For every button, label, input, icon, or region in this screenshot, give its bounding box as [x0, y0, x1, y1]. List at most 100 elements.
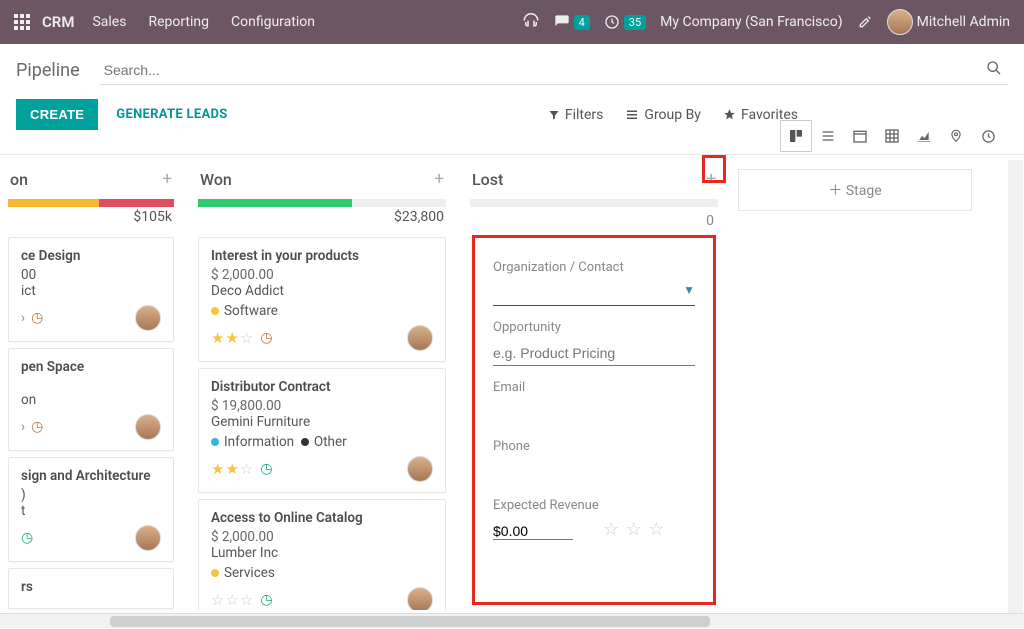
opportunity-input[interactable] [493, 341, 695, 366]
activities-menu[interactable]: 35 [604, 14, 646, 30]
kanban-card[interactable]: Interest in your products $ 2,000.00 Dec… [198, 237, 446, 362]
avatar[interactable] [135, 414, 161, 440]
card-title: sign and Architecture [21, 468, 161, 484]
nav-sales[interactable]: Sales [92, 14, 126, 30]
stage-title-won[interactable]: Won [200, 170, 232, 189]
kanban-card[interactable]: Access to Online Catalog $ 2,000.00 Lumb… [198, 499, 446, 610]
organization-input[interactable] [493, 281, 695, 306]
view-list[interactable] [812, 120, 844, 152]
nav-reporting[interactable]: Reporting [148, 14, 209, 30]
card-line: ict [21, 283, 161, 299]
clock-icon[interactable]: ◷ [260, 592, 272, 608]
clock-icon[interactable]: ◷ [31, 419, 43, 435]
email-input[interactable] [493, 401, 695, 425]
card-tags: Services [211, 565, 433, 581]
kanban-card[interactable]: ce Design 00 ict ›◷ [8, 237, 174, 342]
card-line: 00 [21, 267, 161, 283]
search-input[interactable] [100, 56, 1008, 85]
stage-total-lost: 0 [466, 213, 722, 229]
card-company: Deco Addict [211, 283, 433, 299]
priority-stars[interactable]: ☆☆☆ [211, 591, 254, 609]
voip-icon[interactable] [522, 13, 540, 31]
scrollbar-horizontal[interactable] [0, 613, 1024, 628]
card-tags: Information Other [211, 434, 433, 450]
priority-stars[interactable]: ★★☆ [211, 329, 254, 347]
card-line: on [21, 392, 161, 408]
view-kanban[interactable] [780, 120, 812, 152]
avatar[interactable] [407, 456, 433, 482]
messages-menu[interactable]: 4 [554, 14, 590, 30]
opportunity-label: Opportunity [493, 320, 695, 335]
add-stage-button[interactable]: ＋ Stage [738, 169, 972, 211]
card-title: Interest in your products [211, 248, 433, 264]
stage-add-won[interactable]: + [434, 169, 444, 189]
groupby-button[interactable]: Group By [625, 107, 701, 123]
search-icon[interactable] [986, 60, 1002, 76]
kanban-card[interactable]: Distributor Contract $ 19,800.00 Gemini … [198, 368, 446, 493]
plus-icon: ＋ [828, 183, 845, 199]
view-calendar[interactable] [844, 120, 876, 152]
view-activity[interactable] [972, 120, 1004, 152]
card-title: Distributor Contract [211, 379, 433, 395]
groupby-label: Group By [644, 107, 701, 123]
stage-add-partial[interactable]: + [162, 169, 172, 189]
add-stage-label: Stage [846, 183, 882, 199]
clock-icon[interactable]: ◷ [260, 461, 272, 477]
clock-icon[interactable]: ◷ [31, 310, 43, 326]
apps-icon[interactable] [14, 14, 30, 30]
card-amount: $ 2,000.00 [211, 267, 433, 283]
kanban-card[interactable]: pen Space on ›◷ [8, 348, 174, 451]
card-line: t [21, 503, 161, 519]
user-name: Mitchell Admin [917, 14, 1010, 30]
wrench-icon[interactable] [857, 14, 873, 30]
stage-title-partial: on [10, 170, 28, 189]
priority-stars[interactable]: ☆ ☆ ☆ [603, 519, 665, 540]
dropdown-caret-icon[interactable]: ▼ [683, 283, 695, 297]
revenue-input[interactable] [493, 523, 573, 540]
email-label: Email [493, 380, 695, 395]
company-switcher[interactable]: My Company (San Francisco) [660, 14, 842, 30]
card-amount: $ 2,000.00 [211, 529, 433, 545]
clock-icon[interactable]: ◷ [21, 530, 33, 546]
avatar [887, 9, 913, 35]
create-button[interactable]: CREATE [16, 99, 98, 130]
priority-stars[interactable]: ★★☆ [211, 460, 254, 478]
view-graph[interactable] [908, 120, 940, 152]
phone-label: Phone [493, 439, 695, 454]
view-pivot[interactable] [876, 120, 908, 152]
clock-icon[interactable]: ◷ [260, 330, 272, 346]
avatar[interactable] [135, 305, 161, 331]
page-title: Pipeline [16, 60, 80, 81]
filters-button[interactable]: Filters [548, 107, 604, 123]
chevron-right-icon: › [21, 419, 25, 435]
app-brand[interactable]: CRM [42, 13, 74, 31]
card-title: rs [21, 579, 161, 595]
scrollbar-vertical[interactable] [1008, 160, 1023, 620]
avatar[interactable] [135, 525, 161, 551]
card-tags: Software [211, 303, 433, 319]
view-map[interactable] [940, 120, 972, 152]
card-line: ) [21, 487, 161, 503]
chevron-right-icon: › [21, 310, 25, 326]
user-menu[interactable]: Mitchell Admin [887, 9, 1010, 35]
stage-total-partial: $105k [4, 209, 178, 231]
stage-title-lost[interactable]: Lost [472, 170, 503, 189]
activities-count: 35 [624, 15, 646, 30]
kanban-card[interactable]: sign and Architecture ) t ◷ [8, 457, 174, 562]
filters-label: Filters [565, 107, 604, 123]
kanban-card[interactable]: rs [8, 568, 174, 609]
card-company: Lumber Inc [211, 545, 433, 561]
card-title: Access to Online Catalog [211, 510, 433, 526]
generate-leads-button[interactable]: GENERATE LEADS [116, 107, 227, 122]
org-label: Organization / Contact [493, 260, 695, 275]
messages-count: 4 [574, 15, 590, 30]
nav-configuration[interactable]: Configuration [231, 14, 315, 30]
revenue-label: Expected Revenue [493, 498, 695, 513]
avatar[interactable] [407, 325, 433, 351]
quick-create-form: Organization / Contact ▼ Opportunity Ema… [472, 235, 716, 605]
highlight-lost-plus [702, 155, 726, 183]
stage-total-won: $23,800 [194, 209, 450, 231]
card-company: Gemini Furniture [211, 414, 433, 430]
phone-input[interactable] [493, 460, 695, 484]
avatar[interactable] [407, 587, 433, 610]
